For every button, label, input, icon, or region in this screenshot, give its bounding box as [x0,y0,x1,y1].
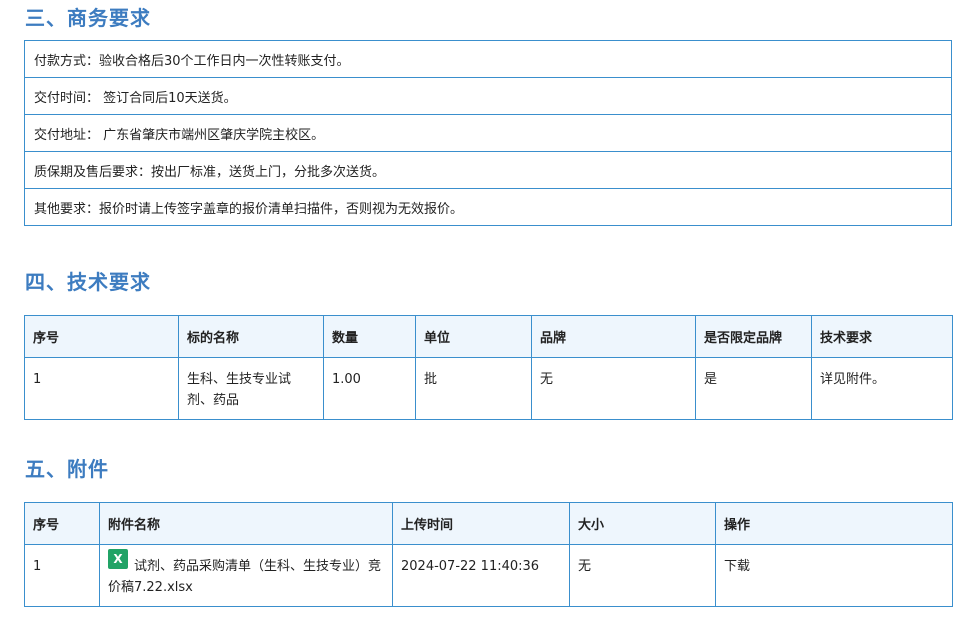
payment-method-cell: 付款方式：验收合格后30个工作日内一次性转账支付。 [24,40,952,78]
commercial-section-title: 三、商务要求 [25,6,151,30]
cell-upload-time: 2024-07-22 11:40:36 [392,544,570,607]
delivery-address-cell: 交付地址： 广东省肇庆市端州区肇庆学院主校区。 [24,114,952,152]
cell-brand-restricted: 是 [695,357,812,420]
other-requirements-cell: 其他要求：报价时请上传签字盖章的报价清单扫描件，否则视为无效报价。 [24,188,952,226]
header-upload-time: 上传时间 [392,502,570,545]
cell-size: 无 [569,544,716,607]
cell-unit: 批 [415,357,532,420]
cell-attachment-name: X 试剂、药品采购清单（生科、生技专业）竞价稿7.22.xlsx [99,544,393,607]
header-attachment-name: 附件名称 [99,502,393,545]
table-row: 1 生科、生技专业试剂、药品 1.00 批 无 是 详见附件。 [24,357,953,420]
delivery-time-cell: 交付时间： 签订合同后10天送货。 [24,77,952,115]
technical-requirements-table: 序号 标的名称 数量 单位 品牌 是否限定品牌 技术要求 1 生科、生技专业试剂… [24,315,953,420]
header-size: 大小 [569,502,716,545]
excel-file-icon: X [108,549,128,569]
header-brand: 品牌 [531,315,696,358]
table-row: 交付地址： 广东省肇庆市端州区肇庆学院主校区。 [24,114,952,152]
header-brand-restricted: 是否限定品牌 [695,315,812,358]
technical-section-title: 四、技术要求 [25,270,151,294]
table-header-row: 序号 附件名称 上传时间 大小 操作 [24,502,953,545]
header-quantity: 数量 [323,315,416,358]
cell-quantity: 1.00 [323,357,416,420]
table-row: 1 X 试剂、药品采购清单（生科、生技专业）竞价稿7.22.xlsx 2024-0… [24,544,953,607]
table-row: 其他要求：报价时请上传签字盖章的报价清单扫描件，否则视为无效报价。 [24,188,952,226]
cell-brand: 无 [531,357,696,420]
attachments-table: 序号 附件名称 上传时间 大小 操作 1 X 试剂、药品采购清单（生科、生技专业）… [24,502,953,607]
table-row: 交付时间： 签订合同后10天送货。 [24,77,952,115]
cell-action: 下载 [715,544,953,607]
attachment-link[interactable]: 试剂、药品采购清单（生科、生技专业）竞价稿7.22.xlsx [108,559,381,595]
warranty-cell: 质保期及售后要求：按出厂标准，送货上门，分批多次送货。 [24,151,952,189]
attachments-section-title: 五、附件 [25,457,109,481]
cell-index: 1 [24,357,179,420]
header-index: 序号 [24,315,179,358]
table-row: 付款方式：验收合格后30个工作日内一次性转账支付。 [24,40,952,78]
header-index: 序号 [24,502,100,545]
header-tech-requirements: 技术要求 [811,315,953,358]
header-action: 操作 [715,502,953,545]
table-header-row: 序号 标的名称 数量 单位 品牌 是否限定品牌 技术要求 [24,315,953,358]
cell-index: 1 [24,544,100,607]
header-unit: 单位 [415,315,532,358]
header-item-name: 标的名称 [178,315,324,358]
table-row: 质保期及售后要求：按出厂标准，送货上门，分批多次送货。 [24,151,952,189]
commercial-requirements-table: 付款方式：验收合格后30个工作日内一次性转账支付。 交付时间： 签订合同后10天… [24,40,952,226]
download-link[interactable]: 下载 [724,559,750,574]
cell-tech-requirements: 详见附件。 [811,357,953,420]
cell-item-name: 生科、生技专业试剂、药品 [178,357,324,420]
